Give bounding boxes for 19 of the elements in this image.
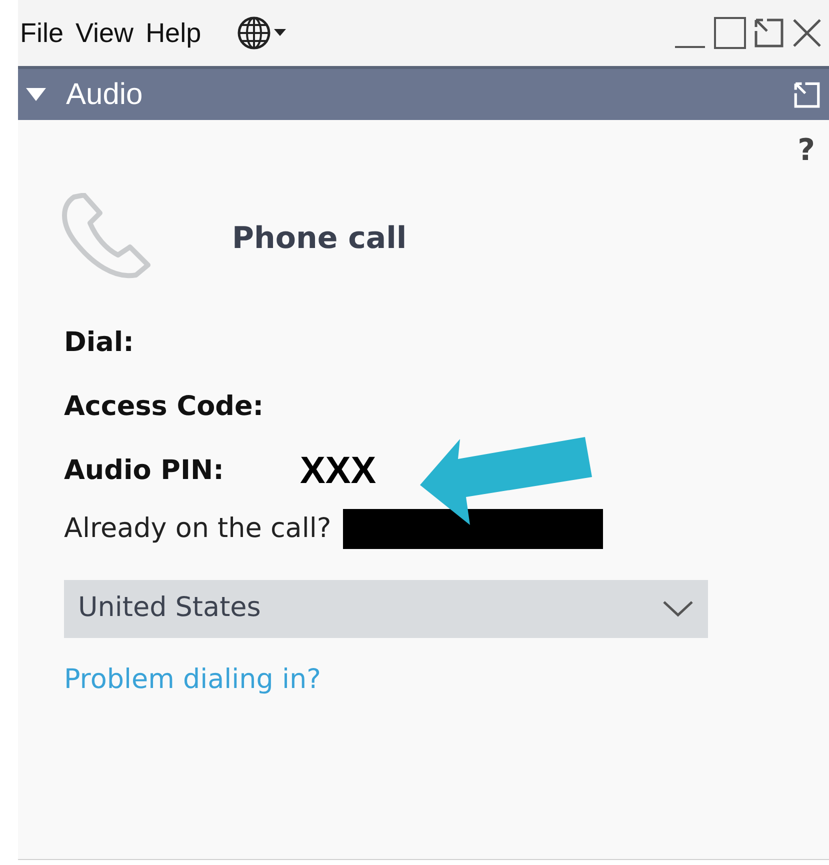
- field-label: Audio PIN:: [64, 454, 225, 488]
- collapse-caret-icon[interactable]: [26, 88, 46, 102]
- country-dropdown[interactable]: United States: [64, 580, 708, 638]
- pin-value: XXX: [300, 448, 376, 494]
- close-icon[interactable]: [791, 17, 823, 49]
- field-label: Access Code:: [64, 390, 265, 424]
- menu-item[interactable]: View: [76, 12, 134, 54]
- panel-header[interactable]: Audio: [18, 66, 829, 120]
- already-on-call-text: Already on the call?: [64, 512, 332, 546]
- chevron-down-icon: [662, 600, 694, 618]
- help-icon[interactable]: ?: [798, 128, 815, 173]
- section-title: Phone call: [232, 220, 407, 258]
- panel-title: Audio: [66, 77, 143, 113]
- menu-item[interactable]: Help: [146, 12, 202, 54]
- maximize-icon[interactable]: [713, 16, 747, 50]
- field-label: Dial:: [64, 326, 135, 360]
- menu-item[interactable]: File: [20, 12, 64, 54]
- globe-icon[interactable]: [237, 16, 286, 50]
- popout-icon[interactable]: [753, 17, 785, 49]
